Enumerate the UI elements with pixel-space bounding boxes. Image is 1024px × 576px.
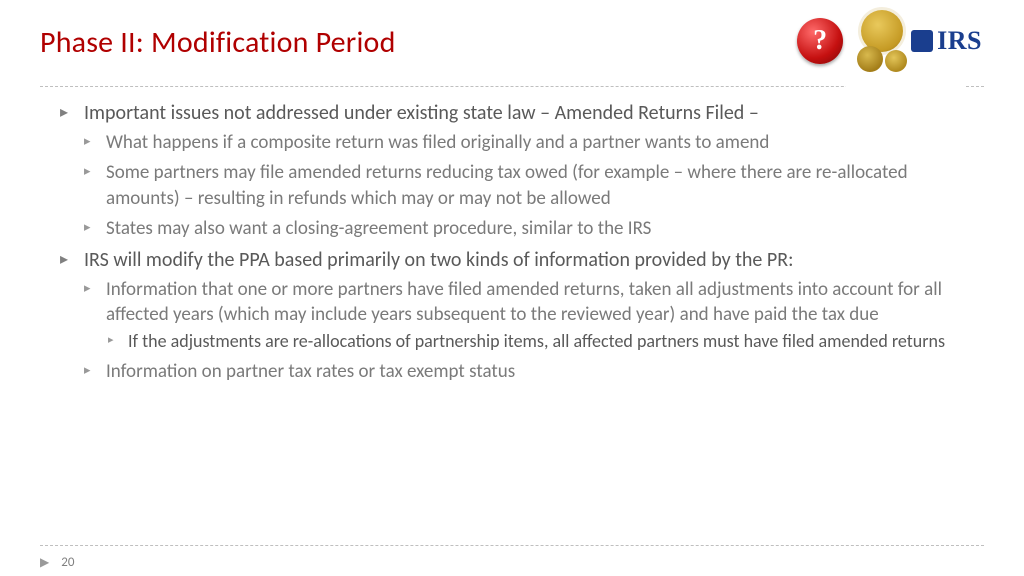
page-number: 20 bbox=[61, 555, 74, 570]
irs-text: IRS bbox=[937, 26, 982, 56]
header-badges: ? IRS bbox=[797, 10, 982, 72]
bullet-text: States may also want a closing-agreement… bbox=[106, 217, 651, 240]
bullet-l3: If the adjustments are re-allocations of… bbox=[106, 330, 976, 354]
bullet-text: Information that one or more partners ha… bbox=[106, 278, 942, 326]
bullet-l2: States may also want a closing-agreement… bbox=[84, 216, 976, 241]
irs-eagle-icon bbox=[911, 30, 933, 52]
bullet-text: IRS will modify the PPA based primarily … bbox=[84, 248, 793, 272]
bullet-text: Important issues not addressed under exi… bbox=[84, 101, 759, 125]
footer-divider bbox=[40, 545, 984, 546]
bullet-l2: Information that one or more partners ha… bbox=[84, 277, 976, 354]
bullet-l1: Important issues not addressed under exi… bbox=[60, 100, 976, 241]
footer-marker-icon: ▶ bbox=[40, 555, 49, 570]
slide-header: Phase II: Modification Period ? IRS bbox=[0, 0, 1024, 86]
slide: Phase II: Modification Period ? IRS Impo… bbox=[0, 0, 1024, 576]
gears-icon bbox=[857, 10, 909, 72]
slide-body: Important issues not addressed under exi… bbox=[0, 86, 1024, 384]
bullet-l2: Some partners may file amended returns r… bbox=[84, 160, 976, 210]
title-divider bbox=[40, 86, 984, 87]
bullet-text: Information on partner tax rates or tax … bbox=[106, 360, 515, 383]
help-icon: ? bbox=[797, 18, 843, 64]
slide-footer: ▶ 20 bbox=[40, 555, 74, 570]
bullet-text: Some partners may file amended returns r… bbox=[106, 161, 908, 209]
bullet-l1: IRS will modify the PPA based primarily … bbox=[60, 247, 976, 384]
irs-label: IRS bbox=[911, 26, 982, 56]
bullet-l2: What happens if a composite return was f… bbox=[84, 130, 976, 155]
irs-logo: IRS bbox=[857, 10, 982, 72]
bullet-text: If the adjustments are re-allocations of… bbox=[128, 330, 945, 352]
bullet-l2: Information on partner tax rates or tax … bbox=[84, 359, 976, 384]
bullet-text: What happens if a composite return was f… bbox=[106, 131, 769, 154]
